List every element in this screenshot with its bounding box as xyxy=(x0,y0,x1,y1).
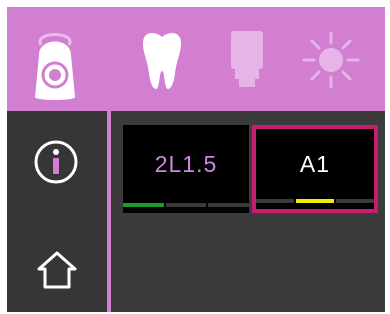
tooth-button[interactable] xyxy=(137,29,187,96)
home-icon xyxy=(37,251,77,289)
shade-level-indicator xyxy=(256,199,374,203)
scanner-device-icon xyxy=(35,33,75,100)
info-button[interactable] xyxy=(33,139,79,190)
shade-level-indicator xyxy=(123,203,250,207)
shade-tile-a1[interactable]: A1 xyxy=(252,125,378,213)
sidebar-divider xyxy=(107,7,111,312)
shade-label: 2L1.5 xyxy=(154,151,218,177)
shade-tile-2l15[interactable]: 2L1.5 xyxy=(123,125,250,213)
device-screen: 2L1.5 A1 xyxy=(7,7,385,312)
light-sun-icon xyxy=(302,31,360,89)
scanner-device-button[interactable] xyxy=(19,15,91,105)
info-icon xyxy=(34,140,78,184)
shade-label: A1 xyxy=(299,151,331,177)
shade-tab-icon xyxy=(231,31,263,87)
light-button[interactable] xyxy=(300,29,362,96)
tooth-icon xyxy=(143,33,181,89)
shade-tab-button[interactable] xyxy=(225,29,269,96)
home-button[interactable] xyxy=(35,247,79,296)
